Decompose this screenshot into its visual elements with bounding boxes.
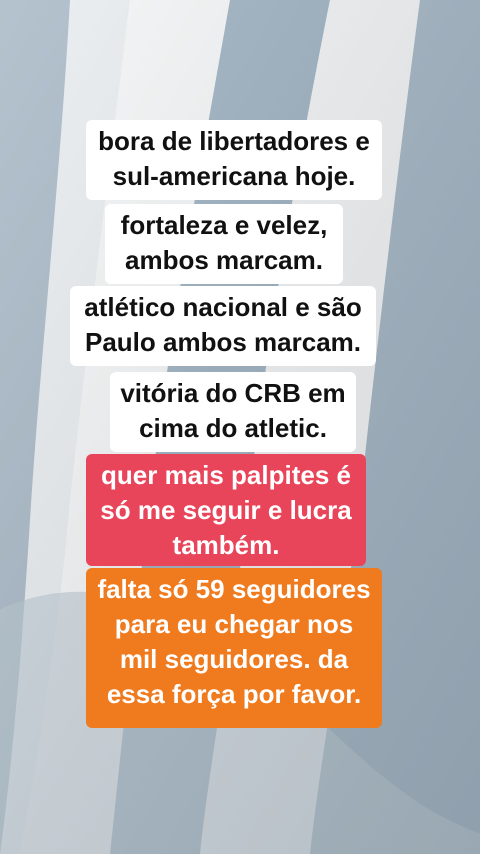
- caption-line: quer mais palpites é: [101, 460, 351, 490]
- caption-follower-goal: falta só 59 seguidores para eu chegar no…: [86, 568, 382, 728]
- caption-line: ambos marcam.: [125, 245, 323, 275]
- caption-line: vitória do CRB em: [120, 378, 346, 408]
- caption-line: Paulo ambos marcam.: [85, 327, 361, 357]
- caption-line: sul-americana hoje.: [112, 161, 356, 191]
- caption-atletico-sao-paulo: atlético nacional e são Paulo ambos marc…: [70, 286, 376, 366]
- caption-line: fortaleza e velez,: [120, 210, 328, 240]
- caption-line: bora de libertadores e: [98, 126, 370, 156]
- caption-follow-prompt: quer mais palpites é só me seguir e lucr…: [86, 454, 366, 566]
- caption-line: também.: [172, 530, 280, 560]
- caption-libertadores-today: bora de libertadores e sul-americana hoj…: [86, 120, 382, 200]
- caption-line: para eu chegar nos: [114, 609, 354, 639]
- caption-line: só me seguir e lucra: [100, 495, 352, 525]
- caption-line: cima do atletic.: [139, 413, 327, 443]
- caption-line: mil seguidores. da: [119, 644, 349, 674]
- caption-crb-victory: vitória do CRB em cima do atletic.: [110, 372, 356, 452]
- caption-line: essa força por favor.: [106, 679, 362, 709]
- caption-line: atlético nacional e são: [84, 292, 362, 322]
- caption-fortaleza-velez: fortaleza e velez, ambos marcam.: [105, 204, 343, 284]
- caption-line: falta só 59 seguidores: [97, 574, 371, 604]
